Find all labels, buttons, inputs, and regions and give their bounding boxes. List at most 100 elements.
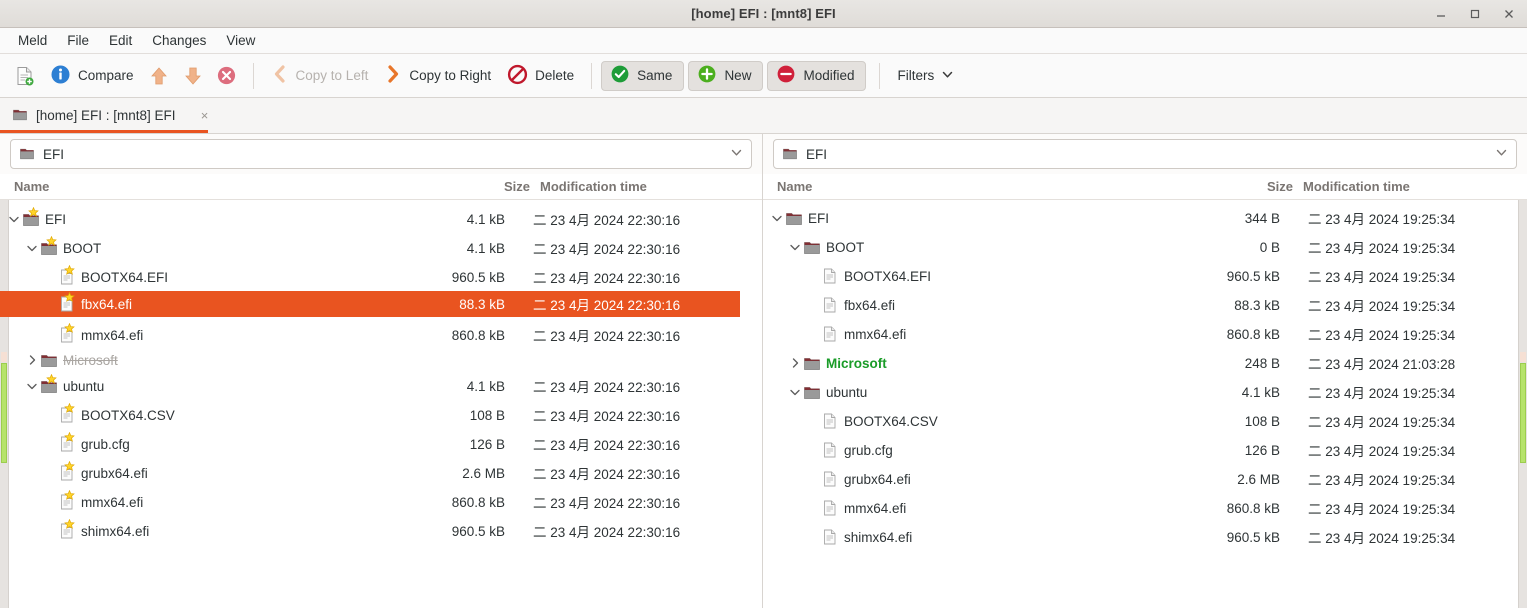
left-col-name[interactable]: Name <box>0 179 455 194</box>
table-row[interactable]: ubuntu 4.1 kB 二 23 4月 2024 22:30:16 <box>0 373 740 399</box>
table-row[interactable]: BOOT 4.1 kB 二 23 4月 2024 22:30:16 <box>0 235 740 261</box>
previous-change-button[interactable] <box>142 60 176 92</box>
filter-modified-toggle[interactable]: Modified <box>767 60 867 91</box>
table-row[interactable]: EFI 4.1 kB 二 23 4月 2024 22:30:16 <box>0 206 740 232</box>
row-name-cell[interactable]: grubx64.efi <box>0 460 148 486</box>
row-name-cell[interactable]: mmx64.efi <box>763 495 906 521</box>
table-row[interactable]: BOOT 0 B 二 23 4月 2024 19:25:34 <box>763 234 1508 260</box>
chevron-down-icon[interactable] <box>787 384 803 400</box>
table-row[interactable]: fbx64.efi 88.3 kB 二 23 4月 2024 22:30:16 <box>0 291 740 317</box>
file-size-label: 860.8 kB <box>1226 500 1280 516</box>
row-name-cell[interactable]: mmx64.efi <box>0 322 143 348</box>
chevron-down-icon[interactable] <box>769 210 785 226</box>
table-row[interactable]: mmx64.efi 860.8 kB 二 23 4月 2024 19:25:34 <box>763 495 1508 521</box>
right-change-strip[interactable] <box>1518 200 1527 608</box>
row-name-cell[interactable]: grubx64.efi <box>763 466 911 492</box>
menu-item-changes[interactable]: Changes <box>142 31 216 50</box>
row-name-cell[interactable]: BOOTX64.CSV <box>0 402 175 428</box>
table-row[interactable]: BOOTX64.EFI 960.5 kB 二 23 4月 2024 19:25:34 <box>763 263 1508 289</box>
right-col-size[interactable]: Size <box>1218 179 1293 194</box>
row-name-cell[interactable]: mmx64.efi <box>763 321 906 347</box>
stop-button[interactable] <box>210 60 244 92</box>
table-row[interactable]: mmx64.efi 860.8 kB 二 23 4月 2024 22:30:16 <box>0 489 740 515</box>
file-star-icon <box>58 323 76 344</box>
table-row[interactable]: shimx64.efi 960.5 kB 二 23 4月 2024 22:30:16 <box>0 518 740 544</box>
compare-button[interactable]: Compare <box>42 60 142 92</box>
left-file-tree[interactable]: EFI 4.1 kB 二 23 4月 2024 22:30:16 BOOT 4.1 kB… <box>0 200 762 608</box>
row-name-cell[interactable]: mmx64.efi <box>0 489 143 515</box>
tab-bar: [home] EFI : [mnt8] EFI × <box>0 98 1527 134</box>
table-row[interactable]: Microsoft <box>0 347 740 373</box>
row-name-cell[interactable]: fbx64.efi <box>0 291 132 317</box>
left-col-size[interactable]: Size <box>455 179 530 194</box>
row-name-cell[interactable]: grub.cfg <box>763 437 893 463</box>
file-icon <box>821 499 839 517</box>
left-folder-chooser[interactable]: EFI <box>10 139 752 169</box>
row-name-cell[interactable]: BOOTX64.EFI <box>0 264 168 290</box>
chevron-down-icon[interactable] <box>24 240 40 256</box>
file-size-label: 4.1 kB <box>466 211 505 227</box>
chevron-down-icon[interactable] <box>6 211 22 227</box>
maximize-icon[interactable] <box>1463 2 1487 26</box>
file-size-label: 126 B <box>469 436 505 452</box>
menu-item-view[interactable]: View <box>216 31 265 50</box>
copy-to-right-label: Copy to Right <box>409 68 492 83</box>
row-name-cell[interactable]: BOOTX64.CSV <box>763 408 938 434</box>
table-row[interactable]: BOOTX64.CSV 108 B 二 23 4月 2024 22:30:16 <box>0 402 740 428</box>
table-row[interactable]: grub.cfg 126 B 二 23 4月 2024 22:30:16 <box>0 431 740 457</box>
chevron-right-icon[interactable] <box>24 352 40 368</box>
tab-efi-comparison[interactable]: [home] EFI : [mnt8] EFI × <box>0 98 226 133</box>
delete-button[interactable]: Delete <box>499 60 582 92</box>
table-row[interactable]: mmx64.efi 860.8 kB 二 23 4月 2024 22:30:16 <box>0 322 740 348</box>
row-name-cell[interactable]: grub.cfg <box>0 431 130 457</box>
tab-close-icon[interactable]: × <box>198 108 212 123</box>
filters-menu-button[interactable]: Filters <box>889 61 962 91</box>
menu-item-file[interactable]: File <box>57 31 99 50</box>
right-folder-chooser[interactable]: EFI <box>773 139 1517 169</box>
row-name-cell[interactable]: BOOT <box>763 234 864 260</box>
close-icon[interactable] <box>1497 2 1521 26</box>
row-name-cell[interactable]: EFI <box>763 205 829 231</box>
chevron-down-icon[interactable] <box>787 239 803 255</box>
file-icon <box>821 528 839 546</box>
chevron-down-icon[interactable] <box>24 378 40 394</box>
table-row[interactable]: mmx64.efi 860.8 kB 二 23 4月 2024 19:25:34 <box>763 321 1508 347</box>
row-name-cell[interactable]: BOOTX64.EFI <box>763 263 931 289</box>
right-col-time[interactable]: Modification time <box>1293 179 1513 194</box>
minimize-icon[interactable] <box>1429 2 1453 26</box>
left-col-time[interactable]: Modification time <box>530 179 750 194</box>
table-row[interactable]: Microsoft 248 B 二 23 4月 2024 21:03:28 <box>763 350 1508 376</box>
row-name-cell[interactable]: EFI <box>0 206 66 232</box>
table-row[interactable]: grubx64.efi 2.6 MB 二 23 4月 2024 19:25:34 <box>763 466 1508 492</box>
filter-same-toggle[interactable]: Same <box>601 60 685 91</box>
row-name-cell[interactable]: ubuntu <box>0 373 104 399</box>
table-row[interactable]: shimx64.efi 960.5 kB 二 23 4月 2024 19:25:34 <box>763 524 1508 550</box>
new-comparison-button[interactable] <box>8 60 42 92</box>
filter-new-toggle[interactable]: New <box>688 60 764 91</box>
table-row[interactable]: BOOTX64.EFI 960.5 kB 二 23 4月 2024 22:30:16 <box>0 264 740 290</box>
table-row[interactable]: ubuntu 4.1 kB 二 23 4月 2024 19:25:34 <box>763 379 1508 405</box>
right-col-name[interactable]: Name <box>763 179 1218 194</box>
chevron-right-icon[interactable] <box>787 355 803 371</box>
row-name-cell[interactable]: shimx64.efi <box>763 524 912 550</box>
table-row[interactable]: fbx64.efi 88.3 kB 二 23 4月 2024 19:25:34 <box>763 292 1508 318</box>
row-name-cell[interactable]: ubuntu <box>763 379 867 405</box>
file-size-label: 960.5 kB <box>1226 268 1280 284</box>
row-name-cell[interactable]: shimx64.efi <box>0 518 149 544</box>
right-file-tree[interactable]: EFI 344 B 二 23 4月 2024 19:25:34 BOOT 0 B 二 23… <box>763 200 1527 608</box>
row-name-cell[interactable]: fbx64.efi <box>763 292 895 318</box>
menu-item-meld[interactable]: Meld <box>8 31 57 50</box>
copy-to-left-button[interactable]: Copy to Left <box>263 60 377 92</box>
copy-to-right-button[interactable]: Copy to Right <box>376 60 499 92</box>
table-row[interactable]: grub.cfg 126 B 二 23 4月 2024 19:25:34 <box>763 437 1508 463</box>
row-name-cell[interactable]: BOOT <box>0 235 101 261</box>
table-row[interactable]: grubx64.efi 2.6 MB 二 23 4月 2024 22:30:16 <box>0 460 740 486</box>
next-change-button[interactable] <box>176 60 210 92</box>
row-name-cell[interactable]: Microsoft <box>0 347 118 373</box>
row-name-cell[interactable]: Microsoft <box>763 350 887 376</box>
table-row[interactable]: EFI 344 B 二 23 4月 2024 19:25:34 <box>763 205 1508 231</box>
menu-item-edit[interactable]: Edit <box>99 31 142 50</box>
table-row[interactable]: BOOTX64.CSV 108 B 二 23 4月 2024 19:25:34 <box>763 408 1508 434</box>
